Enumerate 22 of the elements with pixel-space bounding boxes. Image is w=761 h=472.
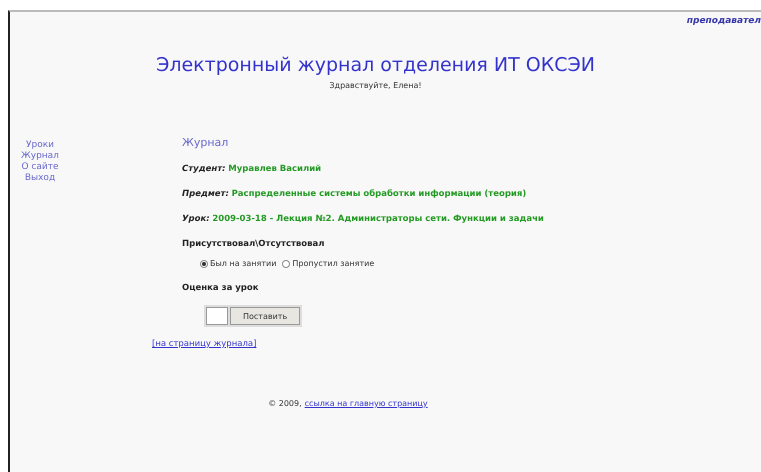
teacher-link[interactable]: преподавател: [686, 16, 761, 30]
sidebar-link[interactable]: Уроки: [26, 140, 54, 150]
back-link[interactable]: [на страницу журнала]: [152, 339, 256, 349]
home-link[interactable]: ссылка на главную страницу: [304, 399, 428, 408]
radio-button[interactable]: [200, 260, 208, 268]
greeting-text: Здравствуйте, Елена!: [329, 81, 422, 90]
info-line: Студент: Муравлев Василий: [182, 164, 322, 174]
page-title: Электронный журнал отделения ИТ ОКСЭИ: [156, 54, 595, 76]
submit-button[interactable]: Поставить: [230, 307, 300, 325]
radio-button[interactable]: [282, 260, 290, 268]
copyright-text: © 2009,: [268, 399, 302, 408]
info-line: Урок: 2009-03-18 - Лекция №2. Администраторы сети. Функции и задачи: [182, 214, 544, 224]
sidebar-link[interactable]: О сайте: [21, 162, 59, 172]
grade-input-field[interactable]: [206, 307, 228, 325]
info-line: Предмет: Распределенные системы обработки информации (теория): [182, 189, 526, 199]
sidebar-link[interactable]: Журнал: [21, 151, 59, 161]
grade-label: Оценка за урок: [182, 283, 258, 293]
attendance-label: Присутствовал\Отсутствовал: [182, 239, 324, 249]
section-heading: Журнал: [182, 136, 228, 149]
radio-label: Был на занятии: [210, 259, 276, 268]
sidebar-link[interactable]: Выход: [24, 173, 56, 183]
radio-label: Пропустил занятие: [292, 259, 374, 268]
